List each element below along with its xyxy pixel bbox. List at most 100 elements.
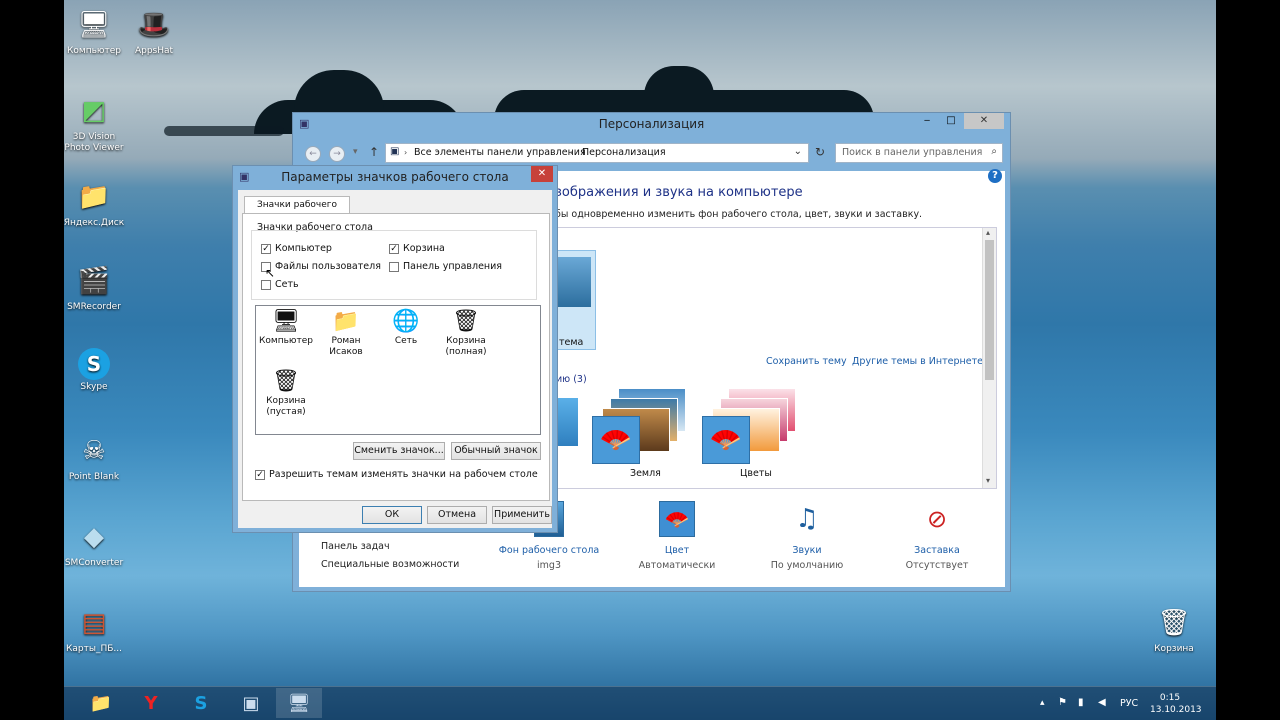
dialog-title: Параметры значков рабочего стола — [281, 170, 509, 184]
wallpaper-rock — [164, 126, 284, 136]
theme-label: тема — [559, 337, 584, 348]
wallpaper-rock — [644, 66, 714, 106]
volume-icon[interactable]: ◀ — [1098, 697, 1106, 708]
list-item[interactable]: 🗑 Корзина (пустая) — [256, 368, 316, 418]
save-theme-link[interactable]: Сохранить тему — [766, 356, 847, 367]
back-icon[interactable]: ← — [305, 146, 321, 162]
taskbar-link[interactable]: Панель задач — [321, 541, 390, 552]
desktop-icon-smrecorder[interactable]: 🎬 SMRecorder — [62, 262, 126, 313]
tab-desktop-icons[interactable]: Значки рабочего стола — [244, 196, 350, 226]
minimize-button[interactable]: ‒ — [916, 113, 938, 129]
desktop-icon-label: Карты_ПБ... — [66, 644, 122, 654]
list-item[interactable]: 🌐 Сеть — [376, 308, 436, 347]
list-item[interactable]: 📁 Роман Исаков — [316, 308, 376, 358]
computer-icon: 🖥 — [272, 309, 300, 334]
close-button[interactable]: ✕ — [964, 113, 1004, 129]
theme-thumbnail — [557, 257, 591, 307]
desktop-icon-recycle-bin[interactable]: 🗑 Корзина — [1142, 604, 1206, 655]
maximize-button[interactable]: □ — [940, 113, 962, 129]
cancel-button[interactable]: Отмена — [427, 506, 487, 524]
action-center-icon[interactable]: ⚑ — [1058, 697, 1067, 708]
list-item-label: Компьютер — [259, 336, 313, 346]
desktop-icon-label: Компьютер — [67, 46, 121, 56]
language-indicator[interactable]: РУС — [1120, 698, 1138, 709]
list-item[interactable]: 🗑 Корзина (полная) — [436, 308, 496, 358]
checkbox-network-label: Сеть — [275, 279, 299, 290]
soldier-icon: ☠ — [82, 435, 106, 466]
network-icon[interactable]: ▮ — [1078, 697, 1084, 708]
network-icon: 🌐 — [392, 309, 420, 334]
page-heading: зображения и звука на компьютере — [555, 185, 803, 200]
sounds-item[interactable]: ♫ Звуки По умолчанию — [747, 501, 867, 583]
color-item[interactable]: 🪭 Цвет Автоматически — [617, 501, 737, 583]
accessibility-link[interactable]: Специальные возможности — [321, 559, 459, 570]
checkbox-control-panel[interactable] — [389, 262, 399, 272]
help-icon[interactable]: ? — [988, 169, 1002, 183]
desktop-icon-computer[interactable]: 🖥 Компьютер — [62, 6, 126, 57]
desktop-icon-label: Skype — [80, 382, 108, 392]
desktop-icon-pointblank[interactable]: ☠ Point Blank — [62, 432, 126, 483]
dialog-title-bar: ▣ Параметры значков рабочего стола ✕ — [233, 166, 557, 190]
refresh-icon[interactable]: ↻ — [815, 145, 825, 159]
recent-pages-icon[interactable]: ▾ — [353, 147, 358, 157]
sounds-title: Звуки — [792, 545, 822, 556]
checkbox-recycle-bin[interactable]: ✓ — [389, 244, 399, 254]
dialog-close-button[interactable]: ✕ — [531, 166, 553, 182]
clock-date: 13.10.2013 — [1150, 705, 1202, 715]
more-themes-link[interactable]: Другие темы в Интернете — [852, 356, 983, 367]
desktop-icon-label: Корзина — [1154, 644, 1194, 654]
scrollbar-thumb[interactable] — [985, 240, 994, 380]
checkbox-recycle-bin-label: Корзина — [403, 243, 445, 254]
list-item[interactable]: 🖥 Компьютер — [256, 308, 316, 347]
yandex-taskbar-icon[interactable]: Y — [128, 688, 174, 718]
desktop-icon-yandex-disk[interactable]: 📁 Яндекс.Диск — [62, 178, 126, 229]
skype-taskbar-icon[interactable]: S — [178, 688, 224, 718]
allow-themes-checkbox[interactable]: ✓ — [255, 470, 265, 480]
clock[interactable]: 0:15 13.10.2013 — [1150, 692, 1202, 716]
desktop-icon-appshat[interactable]: 🎩 AppsHat — [122, 6, 186, 57]
breadcrumb-separator: › — [404, 148, 408, 157]
screensaver-title: Заставка — [914, 545, 960, 556]
show-hidden-icons-icon[interactable]: ▴ — [1040, 698, 1045, 708]
clock-time: 0:15 — [1159, 693, 1181, 703]
breadcrumb-personalization[interactable]: Персонализация — [582, 147, 666, 158]
desktop-icon-3dvision[interactable]: ◩ 3D Vision Photo Viewer — [62, 92, 126, 154]
ok-button[interactable]: ОК — [362, 506, 422, 524]
search-icon[interactable]: ⌕ — [991, 146, 997, 157]
chevron-down-icon[interactable]: ⌄ — [794, 146, 802, 157]
control-panel-taskbar-icon[interactable]: ▣ — [228, 688, 274, 718]
desktop-icon-skype[interactable]: S Skype — [62, 348, 126, 393]
converter-icon: ◆ — [84, 521, 104, 552]
checkbox-user-files-label: Файлы пользователя — [275, 261, 381, 272]
apply-button[interactable]: Применить — [492, 506, 552, 524]
change-icon-button[interactable]: Сменить значок... — [353, 442, 445, 460]
theme-flowers[interactable]: 🪭 Цветы — [702, 388, 802, 479]
checkbox-computer[interactable]: ✓ — [261, 244, 271, 254]
sounds-value: По умолчанию — [770, 560, 844, 571]
personalization-taskbar-icon[interactable]: 🖥 — [276, 688, 322, 718]
selected-theme[interactable]: тема — [556, 250, 596, 350]
default-icon-button[interactable]: Обычный значок — [451, 442, 541, 460]
desktop-background-title: Фон рабочего стола — [498, 545, 600, 556]
theme-earth[interactable]: 🪭 Земля — [592, 388, 692, 479]
title-bar: ▣ Персонализация ‒ □ ✕ — [293, 113, 1010, 137]
color-fan-icon: 🪭 — [592, 416, 640, 464]
desktop-background-value: img3 — [537, 560, 561, 571]
scroll-up-icon[interactable]: ▴ — [986, 228, 990, 237]
explorer-taskbar-icon[interactable]: 📁 — [78, 688, 124, 718]
sounds-icon: ♫ — [795, 504, 819, 534]
up-icon[interactable]: ↑ — [369, 145, 379, 159]
mouse-cursor-icon: ↖ — [265, 266, 276, 280]
breadcrumb-separator: › — [570, 148, 574, 157]
screensaver-item[interactable]: ⊘ Заставка Отсутствует — [877, 501, 997, 583]
search-input[interactable]: Поиск в панели управления ⌕ — [835, 143, 1003, 163]
forward-icon[interactable]: → — [329, 146, 345, 162]
checkbox-network[interactable] — [261, 280, 271, 290]
list-item-label: Корзина (полная) — [445, 336, 487, 357]
desktop-icon-smconverter[interactable]: ◆ SMConverter — [62, 518, 126, 569]
scrollbar[interactable]: ▴ ▾ — [982, 228, 996, 488]
desktop-icon-maps[interactable]: ▤ Карты_ПБ... — [62, 604, 126, 655]
address-bar[interactable]: ▣ › Все элементы панели управления › Пер… — [385, 143, 809, 163]
scroll-down-icon[interactable]: ▾ — [986, 476, 990, 485]
breadcrumb-control-panel[interactable]: Все элементы панели управления — [414, 147, 586, 158]
